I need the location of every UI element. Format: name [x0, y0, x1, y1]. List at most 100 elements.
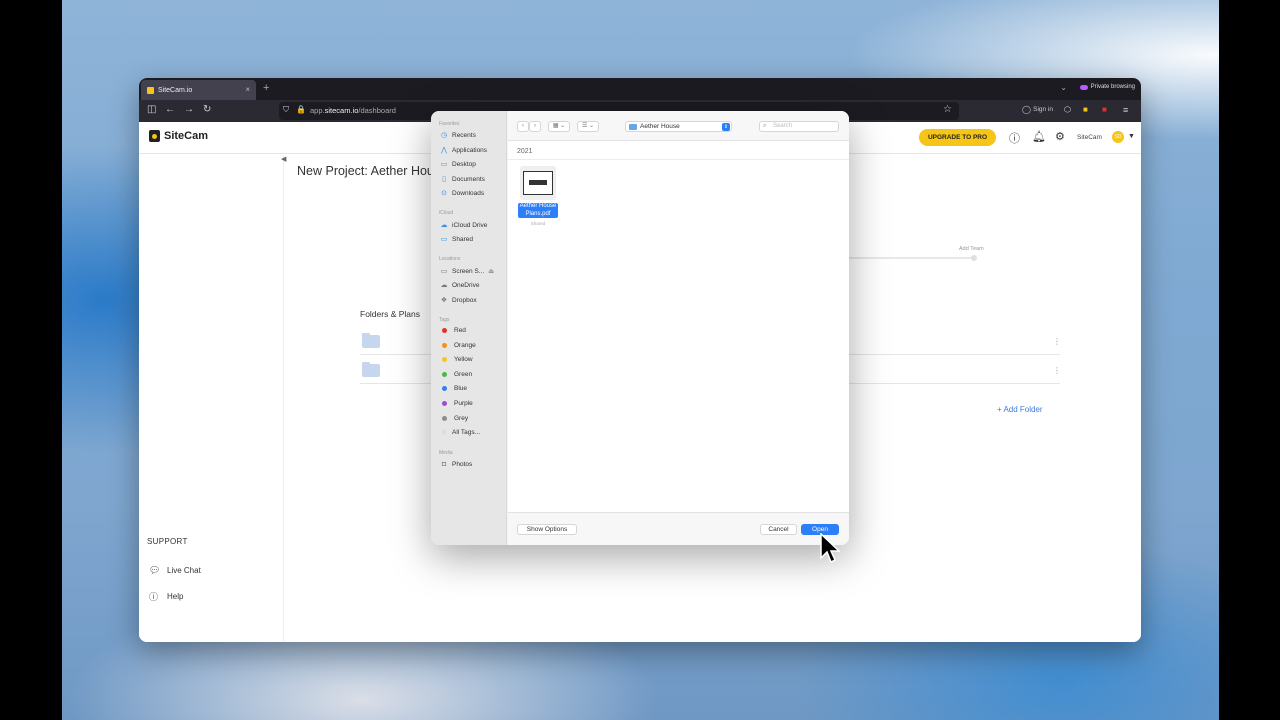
private-browsing-indicator: Private browsing	[1079, 84, 1135, 90]
group-list-icon[interactable]: ☰ ⌄	[577, 121, 599, 132]
live-chat-label: Live Chat	[167, 566, 201, 575]
live-chat-link[interactable]: 💬︎ Live Chat	[149, 565, 201, 576]
extensions-icon[interactable]: ⬡	[1064, 105, 1071, 114]
lock-icon[interactable]: 🔒	[296, 105, 306, 114]
sidebar-item-tag-grey[interactable]: Grey	[440, 415, 468, 422]
favicon-icon	[147, 86, 154, 94]
search-placeholder: Search	[773, 123, 793, 129]
sidebar-item-shared[interactable]: ▭ Shared	[440, 235, 473, 244]
gear-icon[interactable]: ⚙	[1055, 130, 1065, 143]
shield-icon[interactable]: ⛉	[283, 105, 289, 115]
sidebar-collapse-icon[interactable]: ◀	[281, 155, 286, 163]
logo-text: SiteCam	[164, 130, 209, 142]
tab-sitecam[interactable]: SiteCam.io ×	[141, 80, 256, 100]
reload-icon[interactable]: ↻	[203, 104, 211, 115]
more-options-icon[interactable]: ⋮	[1053, 366, 1061, 375]
help-link[interactable]: ⓘ Help	[149, 590, 183, 603]
sidebar-item-applications[interactable]: ⋀ Applications	[440, 146, 487, 155]
tag-label: Orange	[454, 341, 476, 349]
section-locations: Locations	[439, 256, 461, 262]
bookmark-star-icon[interactable]: ☆	[943, 104, 952, 115]
sidebar-item-photos[interactable]: ◘ Photos	[440, 461, 472, 468]
extension-sitecam-icon[interactable]: ■	[1083, 105, 1088, 114]
sidebar-item-tag-yellow[interactable]: Yellow	[440, 356, 473, 363]
sitecam-logo[interactable]: SiteCam	[149, 130, 208, 142]
location-select[interactable]: Aether House ⇕	[625, 121, 732, 132]
account-icon[interactable]: ◯	[1022, 105, 1031, 114]
sidebar-item-icloud-drive[interactable]: ☁ iCloud Drive	[440, 221, 488, 230]
page-title: New Project: Aether Hou	[297, 164, 434, 178]
tag-dot-icon	[442, 386, 447, 392]
search-input[interactable]: ⌕ Search	[759, 121, 839, 132]
sidebar-item-tag-blue[interactable]: Blue	[440, 385, 467, 392]
tab-bar: SiteCam.io × + ⌄ Private browsing	[139, 78, 1141, 100]
sidebar-item-tag-purple[interactable]: Purple	[440, 400, 473, 407]
tag-label: Red	[454, 327, 466, 334]
upgrade-button[interactable]: UPGRADE TO PRO	[919, 129, 996, 146]
tab-list-chevron-icon[interactable]: ⌄	[1060, 83, 1067, 92]
sidebar-item-downloads[interactable]: ⊙ Downloads	[440, 189, 484, 198]
avatar[interactable]: SD	[1112, 131, 1124, 143]
mouse-cursor-icon	[820, 533, 840, 564]
section-media: Media	[439, 450, 453, 456]
extension-red-icon[interactable]: ■	[1102, 105, 1107, 114]
cancel-button[interactable]: Cancel	[760, 524, 797, 535]
drive-icon: ▭	[440, 268, 448, 275]
forward-arrow-icon[interactable]: →	[184, 104, 194, 115]
file-shared-label: Shared	[530, 220, 546, 226]
tag-dot-icon	[442, 342, 447, 348]
icon-view-grid-icon[interactable]: ▦ ⌄	[548, 121, 570, 132]
sidebar-item-screen-s[interactable]: ▭ Screen S... ⏏	[440, 267, 495, 276]
private-label: Private browsing	[1090, 84, 1135, 90]
chat-icon: 💬︎	[149, 565, 161, 575]
cloud-icon: ☁	[440, 222, 448, 229]
select-stepper-icon: ⇕	[722, 123, 730, 131]
show-options-button[interactable]: Show Options	[517, 524, 577, 535]
help-circle-icon[interactable]: ⓘ	[1009, 130, 1020, 146]
section-icloud: iCloud	[439, 210, 454, 216]
desktop-icon: ▭	[440, 161, 448, 168]
sidebar-item-dropbox[interactable]: ❖ Dropbox	[440, 296, 477, 305]
section-favorites: Favorites	[439, 121, 460, 127]
user-name[interactable]: SiteCam	[1077, 134, 1102, 141]
menu-hamburger-icon[interactable]: ≡	[1123, 105, 1128, 115]
forward-chevron-icon[interactable]: ›	[529, 121, 541, 132]
folder-icon	[362, 333, 380, 348]
sidebar-item-tag-red[interactable]: Red	[440, 327, 466, 334]
new-tab-icon[interactable]: +	[263, 82, 269, 94]
back-chevron-icon[interactable]: ‹	[517, 121, 529, 132]
more-options-icon[interactable]: ⋮	[1053, 337, 1061, 346]
file-item-selected[interactable]: Aether House Plans.pdf Shared	[516, 166, 560, 226]
tag-dot-icon	[442, 328, 447, 333]
private-mask-icon	[1079, 84, 1088, 90]
tag-dot-icon	[442, 357, 447, 363]
sidebar-item-all-tags[interactable]: ◌ All Tags...	[440, 429, 480, 436]
tag-label: Blue	[454, 385, 468, 393]
tag-label: Purple	[454, 400, 473, 407]
sidebar-item-desktop[interactable]: ▭ Desktop	[440, 160, 476, 169]
eject-icon[interactable]: ⏏	[488, 267, 494, 275]
sidebar-item-recents[interactable]: ◷ Recents	[440, 131, 476, 140]
shared-folder-icon: ▭	[440, 236, 448, 243]
download-icon: ⊙	[441, 190, 447, 197]
sidebar-item-tag-orange[interactable]: Orange	[440, 342, 476, 349]
wizard-progress-line	[839, 257, 974, 259]
search-icon: ⌕	[763, 123, 767, 129]
sidebar-item-onedrive[interactable]: ☁ OneDrive	[440, 281, 480, 290]
folders-title: Folders & Plans	[360, 309, 420, 319]
url-text[interactable]: app.sitecam.io/dashboard	[310, 106, 396, 115]
cloud-icon: ☁	[440, 282, 448, 289]
tab-title: SiteCam.io	[158, 86, 193, 94]
file-name: Aether House Plans.pdf	[517, 203, 559, 218]
tab-close-icon[interactable]: ×	[245, 85, 250, 94]
back-arrow-icon[interactable]: ←	[165, 104, 175, 115]
sign-in-link[interactable]: Sign in	[1033, 106, 1053, 113]
add-folder-label: Add Folder	[1003, 405, 1043, 414]
sidebar-item-tag-green[interactable]: Green	[440, 371, 472, 378]
sidebar-item-documents[interactable]: ▯ Documents	[440, 175, 485, 184]
user-menu-caret-icon[interactable]: ▼	[1128, 133, 1135, 140]
bell-icon[interactable]: 🔔︎	[1032, 130, 1046, 143]
tag-label: Grey	[454, 414, 469, 422]
add-folder-button[interactable]: + Add Folder	[997, 405, 1043, 414]
sidebar-toggle-icon[interactable]: ◫	[147, 104, 156, 115]
